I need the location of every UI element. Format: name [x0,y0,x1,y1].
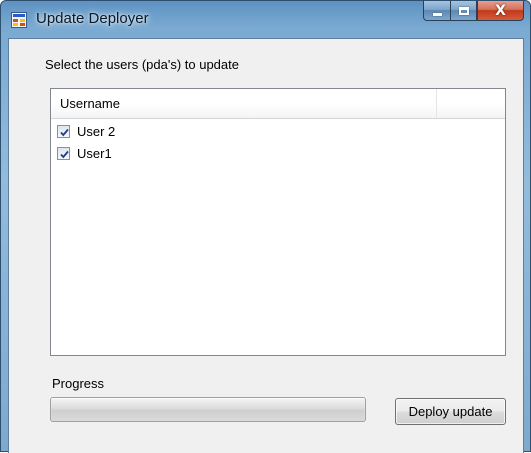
column-header-empty[interactable] [437,89,505,118]
deploy-update-button[interactable]: Deploy update [395,398,506,425]
progress-label: Progress [52,376,105,391]
minimize-button[interactable] [423,1,450,21]
user-checkbox[interactable] [57,146,70,160]
column-header-label: Username [60,96,120,111]
checkmark-icon [60,128,69,136]
app-window-icon[interactable] [11,12,27,28]
list-item[interactable]: User 2 [57,122,115,140]
minimize-icon [432,13,442,16]
list-item-label: User 2 [77,123,116,139]
checkmark-icon [60,150,69,158]
caption-buttons: X [423,1,524,21]
close-icon: X [495,2,506,19]
list-item-label: User1 [77,145,112,161]
list-header: Username [51,89,505,119]
users-list[interactable]: Username User 2 User1 [50,88,506,356]
progress-bar [50,397,366,422]
user-checkbox[interactable] [57,124,70,138]
column-header-username[interactable]: Username [51,89,437,118]
maximize-icon [458,6,469,15]
title-bar[interactable]: Update Deployer X [1,1,530,39]
window-title: Update Deployer [36,10,149,27]
close-button[interactable]: X [477,1,524,21]
instruction-label: Select the users (pda's) to update [45,57,239,72]
maximize-button[interactable] [450,1,477,21]
list-item[interactable]: User1 [57,144,112,162]
